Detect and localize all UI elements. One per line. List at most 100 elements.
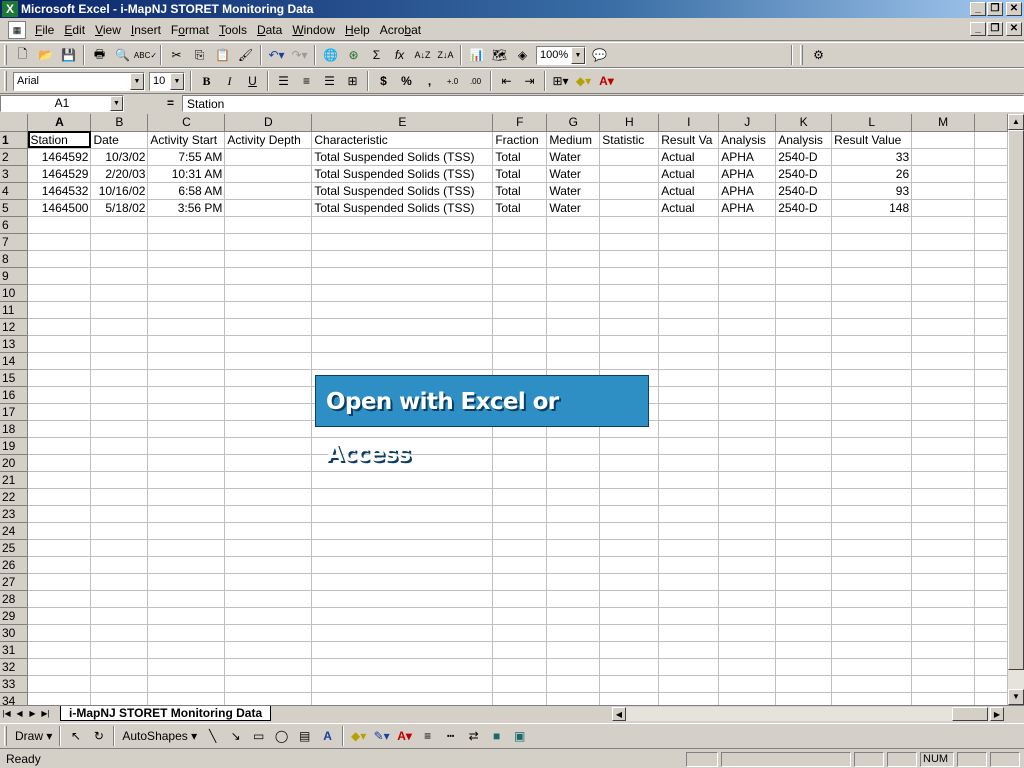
cell[interactable] (974, 420, 1008, 438)
cell[interactable] (775, 386, 833, 404)
cell[interactable] (224, 607, 313, 625)
cell[interactable]: 10/3/02 (90, 148, 149, 166)
cell[interactable] (546, 284, 601, 302)
cell[interactable] (492, 284, 548, 302)
cell[interactable] (658, 369, 720, 387)
percent-button[interactable]: % (395, 70, 418, 92)
comma-button[interactable]: , (418, 70, 441, 92)
cell[interactable] (775, 624, 833, 642)
cell[interactable] (831, 403, 913, 421)
fill-color-icon[interactable]: ◆▾ (572, 70, 595, 92)
format-painter-icon[interactable]: 🖌 (234, 44, 257, 66)
cell[interactable] (90, 352, 149, 370)
cell[interactable] (974, 199, 1008, 217)
row-header[interactable]: 3 (0, 165, 29, 183)
cell[interactable] (718, 454, 777, 472)
cell[interactable] (775, 590, 833, 608)
cell[interactable] (831, 539, 913, 557)
undo-icon[interactable]: ↶▾ (265, 44, 288, 66)
cell[interactable] (911, 471, 975, 489)
cell[interactable] (546, 641, 601, 659)
cell[interactable] (831, 675, 913, 693)
cell[interactable] (492, 658, 548, 676)
autosum-icon[interactable]: Σ (365, 44, 388, 66)
cell[interactable] (831, 318, 913, 336)
cell[interactable] (311, 607, 494, 625)
cell[interactable] (718, 284, 777, 302)
cell[interactable] (90, 284, 149, 302)
cell[interactable]: 1464532 (27, 182, 92, 200)
font-color-icon[interactable]: A▾ (595, 70, 618, 92)
menu-file[interactable]: File (30, 23, 59, 37)
cell[interactable] (599, 692, 660, 705)
select-objects-icon[interactable]: ↖ (64, 725, 87, 747)
cell[interactable]: Station (27, 131, 92, 149)
cell[interactable] (27, 658, 92, 676)
cell[interactable] (147, 335, 226, 353)
row-header[interactable]: 12 (0, 318, 29, 336)
cell[interactable]: 2/20/03 (90, 165, 149, 183)
paste-function-icon[interactable]: fx (388, 44, 411, 66)
toolbar-grip[interactable] (4, 45, 7, 65)
cell[interactable] (27, 505, 92, 523)
cell[interactable] (718, 624, 777, 642)
menu-view[interactable]: View (90, 23, 126, 37)
fill-color-icon[interactable]: ◆▾ (347, 725, 370, 747)
cell[interactable]: Actual (658, 165, 720, 183)
first-sheet-icon[interactable]: |◀ (0, 707, 13, 721)
row-header[interactable]: 9 (0, 267, 29, 285)
cell[interactable]: 10:31 AM (147, 165, 226, 183)
cell[interactable] (974, 641, 1008, 659)
cell[interactable]: Analysis (718, 131, 777, 149)
cell[interactable] (546, 675, 601, 693)
chevron-down-icon[interactable]: ▼ (571, 46, 585, 64)
row-header[interactable]: 15 (0, 369, 29, 387)
cell[interactable]: Total Suspended Solids (TSS) (311, 165, 494, 183)
cell[interactable] (775, 573, 833, 591)
cell[interactable] (974, 658, 1008, 676)
cell[interactable] (492, 471, 548, 489)
cell[interactable] (911, 539, 975, 557)
cell[interactable] (90, 454, 149, 472)
cell[interactable] (147, 624, 226, 642)
cell[interactable] (658, 624, 720, 642)
scroll-right-icon[interactable]: ▶ (990, 707, 1004, 721)
cell[interactable]: 1464592 (27, 148, 92, 166)
column-header-j[interactable]: J (718, 114, 777, 132)
cell[interactable] (911, 131, 975, 149)
cell[interactable] (492, 556, 548, 574)
cell[interactable] (658, 641, 720, 659)
office-assistant-icon[interactable]: 💬 (588, 44, 611, 66)
scroll-down-icon[interactable]: ▼ (1008, 689, 1024, 705)
cell[interactable] (224, 369, 313, 387)
prev-sheet-icon[interactable]: ◀ (13, 707, 26, 721)
cell[interactable] (546, 471, 601, 489)
increase-decimal-icon[interactable]: +.0 (441, 70, 464, 92)
cell[interactable] (90, 488, 149, 506)
cell[interactable] (974, 573, 1008, 591)
cell[interactable] (90, 471, 149, 489)
cell[interactable] (492, 267, 548, 285)
cell[interactable]: 2540-D (775, 165, 833, 183)
cell[interactable] (224, 488, 313, 506)
horizontal-scrollbar[interactable]: ◀ ▶ (612, 707, 1004, 721)
cell[interactable] (492, 590, 548, 608)
column-header-h[interactable]: H (599, 114, 660, 132)
cell[interactable] (658, 284, 720, 302)
cell[interactable] (911, 573, 975, 591)
cell[interactable] (311, 250, 494, 268)
cell[interactable]: Total (492, 182, 548, 200)
row-header[interactable]: 25 (0, 539, 29, 557)
cell[interactable] (224, 420, 313, 438)
cell[interactable] (911, 488, 975, 506)
cell[interactable] (599, 590, 660, 608)
cell[interactable] (831, 420, 913, 438)
font-color-icon[interactable]: A▾ (393, 725, 416, 747)
print-preview-icon[interactable]: 🔍 (111, 44, 134, 66)
arrow-icon[interactable]: ↘ (224, 725, 247, 747)
cell[interactable] (718, 335, 777, 353)
close-button[interactable]: ✕ (1006, 2, 1022, 16)
cell[interactable] (147, 607, 226, 625)
cell[interactable] (775, 318, 833, 336)
cell[interactable] (658, 233, 720, 251)
